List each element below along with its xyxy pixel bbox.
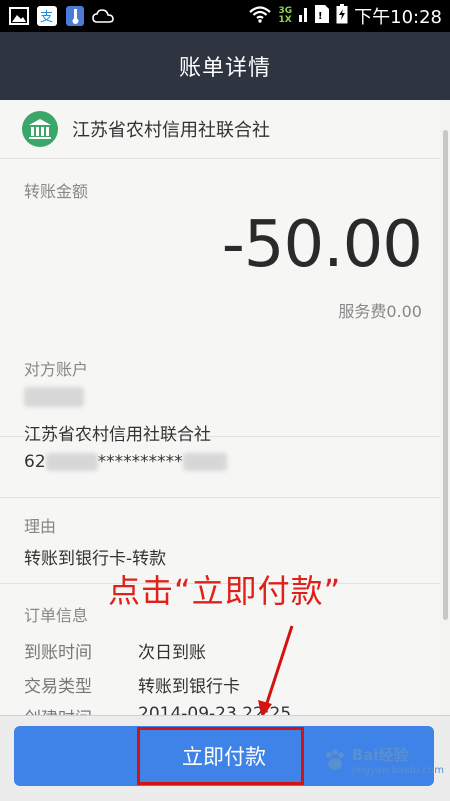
- paw-icon: [325, 749, 344, 770]
- baidu-watermark: Bai经验 jingyan.baidu.com: [322, 744, 444, 776]
- network-1x: 1X: [278, 15, 292, 25]
- counterparty-bank: 江苏省农村信用社联合社: [24, 425, 211, 445]
- redacted-account-start: [45, 453, 98, 471]
- order-info-label: 订单信息: [24, 606, 89, 625]
- bank-row: 江苏省农村信用社联合社: [0, 100, 440, 159]
- status-bar: 支 3G 1X ! 下午10:28: [0, 0, 450, 32]
- order-key-created: 创建时间: [24, 704, 92, 715]
- counterparty-label: 对方账户: [24, 360, 89, 379]
- title-bar: 账单详情: [0, 32, 450, 100]
- reason-label: 理由: [24, 517, 57, 536]
- annotation-text: 点击“立即付款”: [108, 572, 342, 610]
- page-title: 账单详情: [178, 56, 271, 81]
- counterparty-name: [24, 387, 84, 407]
- order-key-arrival: 到账时间: [24, 643, 92, 663]
- bank-logo-icon: [22, 111, 58, 147]
- signal-icon: [298, 5, 308, 27]
- account-prefix: 62: [24, 452, 46, 472]
- redacted-account-end: [182, 453, 227, 471]
- battery-icon: [336, 4, 348, 28]
- clock: 下午10:28: [354, 7, 442, 28]
- order-value-arrival: 次日到账: [138, 643, 206, 663]
- account-mask: **********: [97, 452, 183, 472]
- watermark-suffix: 经验: [378, 746, 409, 764]
- annotation-arrow-icon: [258, 625, 294, 718]
- transfer-amount: -50.00: [221, 208, 423, 282]
- weather-icon: [92, 6, 114, 26]
- scrollbar[interactable]: [443, 130, 448, 620]
- alipay-icon: 支: [36, 6, 58, 26]
- network-type: 3G 1X: [278, 7, 292, 25]
- footer-bar: 立即付款 Bai经验 jingyan.baidu.com: [0, 715, 450, 801]
- sim-icon: !: [314, 4, 330, 28]
- counterparty-account: 62 **********: [24, 452, 227, 472]
- watermark-brand: Bai: [351, 746, 379, 764]
- bank-name: 江苏省农村信用社联合社: [72, 120, 270, 141]
- pay-now-label: 立即付款: [182, 745, 266, 769]
- order-key-type: 交易类型: [24, 677, 92, 697]
- amount-label: 转账金额: [24, 182, 89, 201]
- watermark-url: jingyan.baidu.com: [351, 765, 444, 776]
- service-fee: 服务费0.00: [338, 302, 422, 321]
- thermometer-icon: [64, 6, 86, 26]
- order-value-type: 转账到银行卡: [138, 677, 240, 697]
- redacted-name: [24, 387, 84, 407]
- bill-details-card[interactable]: 江苏省农村信用社联合社 转账金额 -50.00 服务费0.00 对方账户 江苏省…: [0, 100, 440, 715]
- gallery-icon: [8, 6, 30, 26]
- svg-text:支: 支: [40, 10, 53, 25]
- svg-text:!: !: [318, 11, 323, 22]
- wifi-icon: [248, 5, 272, 27]
